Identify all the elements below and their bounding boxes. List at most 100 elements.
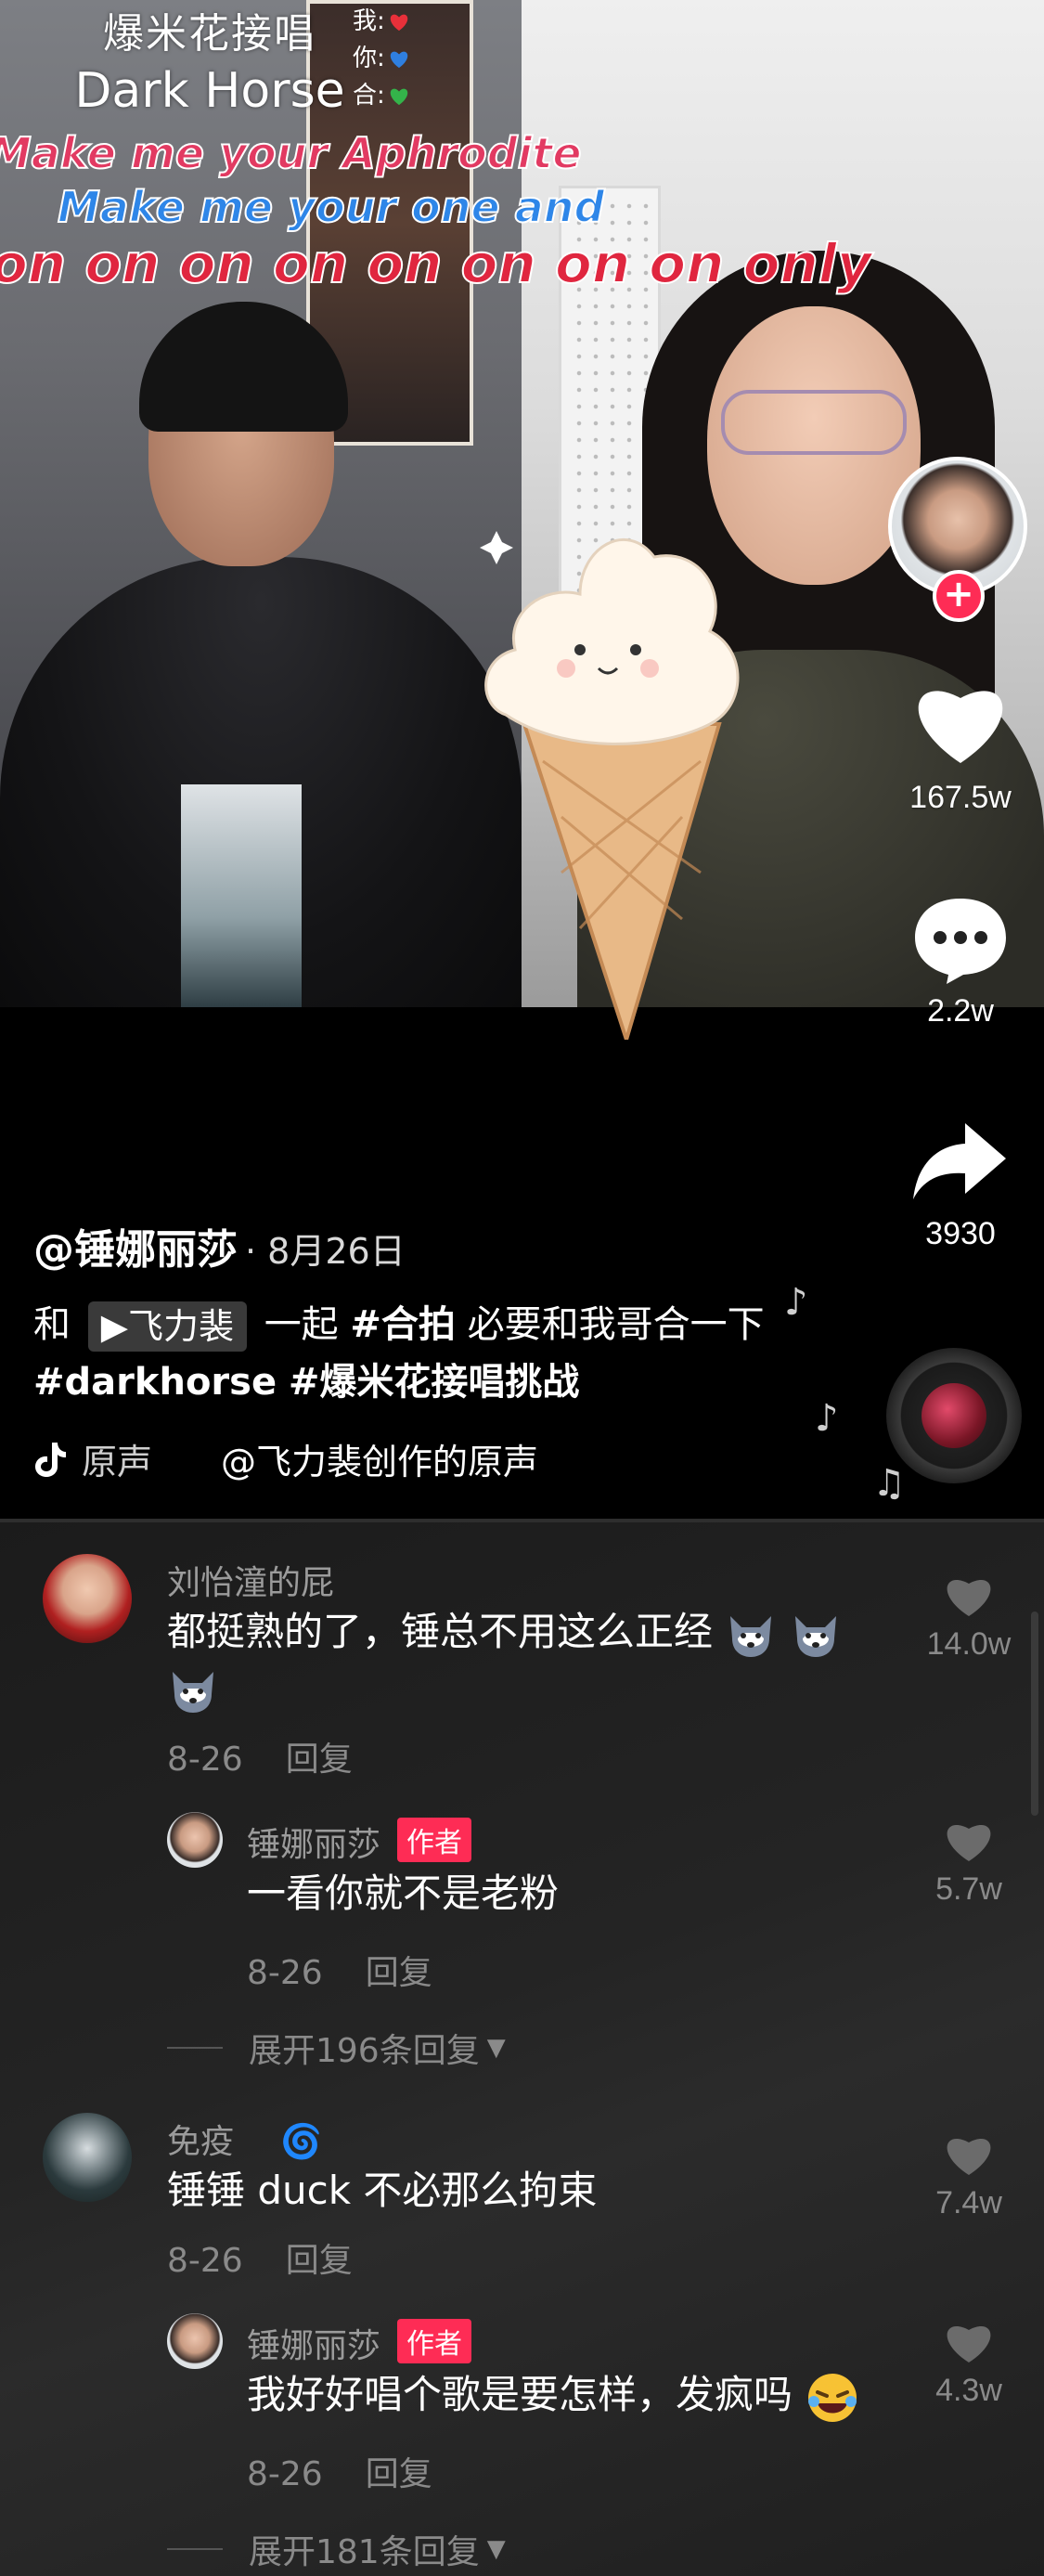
author-badge: 作者 <box>397 1818 472 1862</box>
reply-button[interactable]: 回复 <box>366 1954 432 1992</box>
expand-replies-button[interactable]: 展开196条回复 ▼ <box>167 2024 506 2072</box>
hoodie-print <box>181 784 302 1007</box>
commenter-name[interactable]: 刘怡潼的屁 <box>167 1556 334 1604</box>
reply-like-count: 5.7w <box>935 1871 1002 1907</box>
comment-count: 2.2w <box>927 993 994 1029</box>
swirl-icon: 🌀 <box>280 2123 322 2161</box>
author-handle[interactable]: @锤娜丽莎 <box>33 1216 238 1275</box>
reply-button[interactable]: 回复 <box>286 2242 353 2280</box>
lyric-line-1: Make me your Aphrodite <box>0 127 583 179</box>
follow-button[interactable]: + <box>933 570 985 622</box>
music-note-icon: ♪ <box>784 1281 808 1324</box>
comment-button[interactable]: 2.2w <box>877 891 1044 1029</box>
desc-prefix: 和 <box>33 1303 71 1346</box>
music-note-icon: ♪ <box>815 1397 839 1440</box>
reply-meta: 8-26 回复 <box>247 2447 432 2495</box>
role-together: 合: <box>353 76 409 110</box>
role-you: 你: <box>353 39 409 73</box>
share-button[interactable]: 3930 <box>877 1114 1044 1252</box>
author-badge: 作者 <box>397 2319 472 2363</box>
husky-emoji-icon <box>173 1671 213 1713</box>
lyric-title-en: Dark Horse <box>74 63 345 119</box>
disc-cover <box>922 1383 986 1448</box>
expand-replies-label: 展开196条回复 <box>249 2032 480 2070</box>
husky-emoji-icon <box>794 1615 836 1657</box>
expand-replies-label: 展开181条回复 <box>249 2533 480 2571</box>
like-count: 167.5w <box>909 780 1012 815</box>
comment-meta: 8-26 回复 <box>167 2233 353 2282</box>
music-disc[interactable] <box>886 1348 1022 1483</box>
comment-like-count: 7.4w <box>935 2185 1002 2220</box>
mention-chip[interactable]: ▶飞力裴 <box>87 1301 247 1352</box>
commenter-name-row: 免疫 🌀 <box>167 2115 322 2163</box>
replier-name-row: 锤娜丽莎 作者 <box>247 2319 472 2367</box>
desc-mid: 一起 <box>264 1303 339 1346</box>
comment-body: 都挺熟的了，锤总不用这么正经 <box>167 1609 714 1654</box>
rofl-emoji-icon <box>808 2373 857 2422</box>
replier-name[interactable]: 锤娜丽莎 <box>247 1826 380 1864</box>
expand-replies-button[interactable]: 展开181条回复 ▼ <box>167 2525 506 2573</box>
reply-meta: 8-26 回复 <box>247 1946 432 1994</box>
comment-like-button[interactable]: 7.4w <box>918 2131 1020 2221</box>
commenter-name[interactable]: 免疫 <box>167 2123 234 2161</box>
comment-bubble-icon <box>915 899 1006 984</box>
lyric-line-2: Make me your one and <box>57 181 605 233</box>
tiktok-note-icon <box>35 1442 66 1477</box>
chevron-down-icon: ▼ <box>486 2535 506 2563</box>
scrollbar[interactable] <box>1031 1612 1038 1816</box>
lyric-title-cn: 爆米花接唱 <box>103 10 316 58</box>
glasses <box>721 390 907 455</box>
video-caption: @锤娜丽莎 · 8月26日 和 ▶飞力裴 一起 #合拍 必要和我哥合一下 #dar… <box>33 1216 850 1484</box>
caption-description: 和 ▶飞力裴 一起 #合拍 必要和我哥合一下 #darkhorse #爆米花接唱挑… <box>33 1296 850 1411</box>
reply-date: 8-26 <box>247 1954 323 1992</box>
commenter-avatar[interactable] <box>43 1554 132 1643</box>
comment-date: 8-26 <box>167 2242 243 2280</box>
comment-text: 都挺熟的了，锤总不用这么正经 <box>167 1604 900 1715</box>
post-date: · 8月26日 <box>245 1231 406 1272</box>
replier-avatar[interactable] <box>167 1812 223 1868</box>
comments-divider <box>0 1519 1044 1522</box>
red-heart-icon <box>390 14 408 31</box>
lyric-line-3: on on on on on on on on only <box>0 231 872 296</box>
reply-like-count: 4.3w <box>935 2373 1002 2408</box>
hashtag-duet[interactable]: #合拍 <box>350 1303 456 1346</box>
like-button[interactable]: 167.5w <box>877 678 1044 816</box>
heart-icon <box>947 2139 991 2175</box>
reply-text: 一看你就不是老粉 <box>247 1871 560 1916</box>
music-note-icon: ♫ <box>872 1462 906 1505</box>
expand-divider <box>167 2047 223 2049</box>
replier-avatar[interactable] <box>167 2313 223 2369</box>
reply-like-button[interactable]: 4.3w <box>918 2319 1020 2409</box>
comment-list: 刘怡潼的屁 都挺熟的了，锤总不用这么正经 8-26 回复 14.0w 锤娜丽莎 作者… <box>0 1519 1044 2576</box>
commenter-avatar[interactable] <box>43 2113 132 2202</box>
expand-divider <box>167 2548 223 2550</box>
hashtag-darkhorse[interactable]: #darkhorse <box>33 1361 277 1404</box>
heart-icon <box>947 1580 991 1616</box>
blue-heart-icon <box>390 51 408 68</box>
play-icon: ▶ <box>100 1306 128 1347</box>
comment-meta: 8-26 回复 <box>167 1732 353 1780</box>
comment-like-button[interactable]: 14.0w <box>918 1573 1020 1663</box>
replier-name-row: 锤娜丽莎 作者 <box>247 1818 472 1866</box>
reply-date: 8-26 <box>247 2455 323 2493</box>
heart-icon <box>918 691 1003 763</box>
reply-body: 我好好唱个歌是要怎样，发疯吗 <box>247 2372 793 2417</box>
reply-button[interactable]: 回复 <box>286 1741 353 1779</box>
ice-cream-sticker <box>480 531 740 1040</box>
green-heart-icon <box>390 88 408 105</box>
share-count: 3930 <box>925 1216 996 1251</box>
reply-button[interactable]: 回复 <box>366 2455 432 2493</box>
heart-icon <box>947 2326 991 2362</box>
replier-name[interactable]: 锤娜丽莎 <box>247 2327 380 2365</box>
reply-like-button[interactable]: 5.7w <box>918 1818 1020 1908</box>
hashtag-challenge[interactable]: #爆米花接唱挑战 <box>289 1361 580 1404</box>
music-row[interactable]: 原声 @飞力裴创作的原声 <box>33 1433 850 1484</box>
husky-emoji-icon <box>730 1615 772 1657</box>
mention-name: 飞力裴 <box>127 1306 234 1347</box>
chevron-down-icon: ▼ <box>486 2034 506 2062</box>
comment-like-count: 14.0w <box>926 1626 1012 1662</box>
reply-text: 我好好唱个歌是要怎样，发疯吗 <box>247 2367 860 2424</box>
share-arrow-icon <box>913 1123 1006 1199</box>
creator-avatar-wrap: + <box>888 457 1027 622</box>
role-me: 我: <box>353 2 409 36</box>
